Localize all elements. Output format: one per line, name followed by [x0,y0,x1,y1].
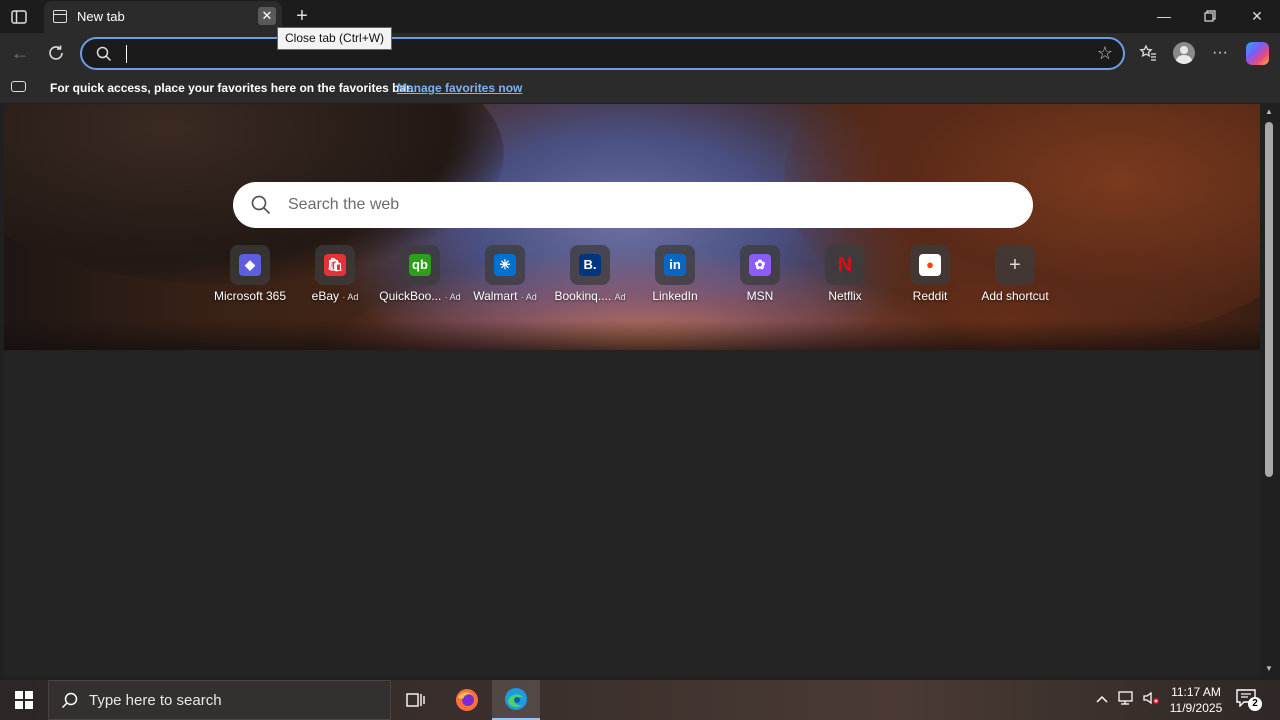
netflix-icon: N [837,254,853,276]
shortcut-tile: ● [910,245,950,285]
shortcut-label-text: LinkedIn [652,289,698,303]
edge-icon [505,688,527,710]
ebay-icon: 🛍 [324,254,346,276]
shortcut-tile: qb [400,245,440,285]
new-tab-page: Search the web ◆ Microsoft 365 🛍 eBay · Ad q… [4,104,1260,676]
navigation-toolbar: ← ☆ ··· [0,33,1280,73]
reddit-icon: ● [919,254,941,276]
walmart-icon: ✳ [494,254,516,276]
shortcut-label-text: Netflix [828,289,862,303]
tab-strip: New tab ✕ + Close tab (Ctrl+W) — ✕ [0,0,1280,50]
ad-badge: · Ad [342,292,359,302]
taskbar-search-box[interactable]: Type here to search [48,680,391,720]
taskbar-search-placeholder: Type here to search [89,692,222,709]
clock-time: 11:17 AM [1171,685,1221,699]
favorites-icon [1139,44,1156,61]
close-window-button[interactable]: ✕ [1245,6,1269,26]
refresh-button[interactable] [44,41,68,65]
favorites-bar-icon [11,81,26,92]
web-search-box[interactable]: Search the web [233,182,1033,228]
tree-silhouette [4,320,1260,350]
shortcut-tile: + [995,245,1035,285]
shortcut-tile: ✿ [740,245,780,285]
copilot-icon[interactable] [1246,42,1269,65]
settings-more-button[interactable]: ··· [1208,41,1232,65]
shortcut-label-text: eBay [311,289,339,303]
search-icon [61,692,78,709]
system-clock[interactable]: 11:17 AM 11/9/2025 [1163,684,1229,716]
notification-count-badge: 2 [1248,697,1262,711]
back-button[interactable]: ← [8,41,32,65]
new-tab-button[interactable]: + [292,6,312,26]
shortcut-tile: ◆ [230,245,270,285]
shortcut-label-text: Walmart [473,289,518,303]
windows-logo-icon [15,691,33,709]
chevron-up-icon [1096,695,1108,703]
tab-actions-icon [11,10,27,24]
task-view-icon [406,693,425,707]
scroll-down-arrow-icon[interactable]: ▼ [1264,664,1274,673]
shortcut-label-text: Reddit [912,289,948,303]
shortcut-label-text: Add shortcut [981,289,1049,303]
refresh-icon [49,45,63,60]
favorites-bar: For quick access, place your favorites h… [0,73,1280,103]
microsoft-365-icon: ◆ [239,254,261,276]
shortcut-tile: N [825,245,865,285]
search-icon [96,46,112,67]
tab-actions-button[interactable] [6,5,32,29]
show-hidden-icons-button[interactable] [1096,690,1108,706]
msn-icon: ✿ [749,254,771,276]
network-icon[interactable] [1118,690,1136,709]
shortcut-tile: in [655,245,695,285]
scroll-up-arrow-icon[interactable]: ▲ [1264,107,1274,116]
tab-new-tab[interactable]: New tab ✕ [44,1,282,33]
windows-taskbar: Type here to search 11:17 AM 11/9/2025 2 [0,680,1280,720]
linkedin-icon: in [664,254,686,276]
shortcut-label-text: Bookinq.... [554,289,612,303]
favorites-bar-message: For quick access, place your favorites h… [50,81,414,95]
firefox-icon [456,689,478,711]
favorite-star-icon[interactable]: ☆ [1097,43,1113,64]
close-tab-button[interactable]: ✕ [258,7,276,25]
restore-button[interactable] [1198,6,1222,26]
tab-title: New tab [77,9,125,24]
shortcut-tile: B. [570,245,610,285]
favorites-button[interactable] [1136,41,1160,65]
notifications-button[interactable]: 2 [1236,689,1262,711]
minimize-button[interactable]: — [1152,6,1176,26]
page-scrollbar[interactable]: ▲ ▼ [1262,104,1276,676]
volume-muted-icon[interactable] [1142,690,1160,709]
shortcut-tile: ✳ [485,245,525,285]
manage-favorites-link[interactable]: Manage favorites now [397,81,522,95]
shortcut-label-text: Microsoft 365 [213,289,287,303]
shortcut-label-text: QuickBoo... [379,289,442,303]
taskbar-firefox[interactable] [443,680,491,720]
task-view-button[interactable] [392,680,440,720]
new-tab-icon [53,10,67,23]
address-bar[interactable]: ☆ [80,37,1125,70]
shortcut-label-text: MSN [746,289,774,303]
shortcut-plus[interactable]: + Add shortcut [970,245,1060,307]
close-tab-tooltip: Close tab (Ctrl+W) [277,27,393,50]
start-button[interactable] [0,680,48,720]
address-input[interactable] [126,45,1026,63]
browser-window: New tab ✕ + Close tab (Ctrl+W) — ✕ ← ☆ ·… [0,0,1280,680]
booking-icon: B. [579,254,601,276]
shortcut-tile: 🛍 [315,245,355,285]
quickbooks-icon: qb [409,254,431,276]
plus-icon: + [1009,254,1021,276]
taskbar-edge[interactable] [492,680,540,720]
scrollbar-thumb[interactable] [1265,122,1273,477]
search-icon [251,195,271,220]
shortcut-label: Add shortcut [960,289,1070,303]
profile-avatar[interactable] [1173,42,1195,64]
search-placeholder: Search the web [288,196,400,213]
clock-date: 11/9/2025 [1169,701,1223,715]
restore-icon [1204,10,1216,22]
